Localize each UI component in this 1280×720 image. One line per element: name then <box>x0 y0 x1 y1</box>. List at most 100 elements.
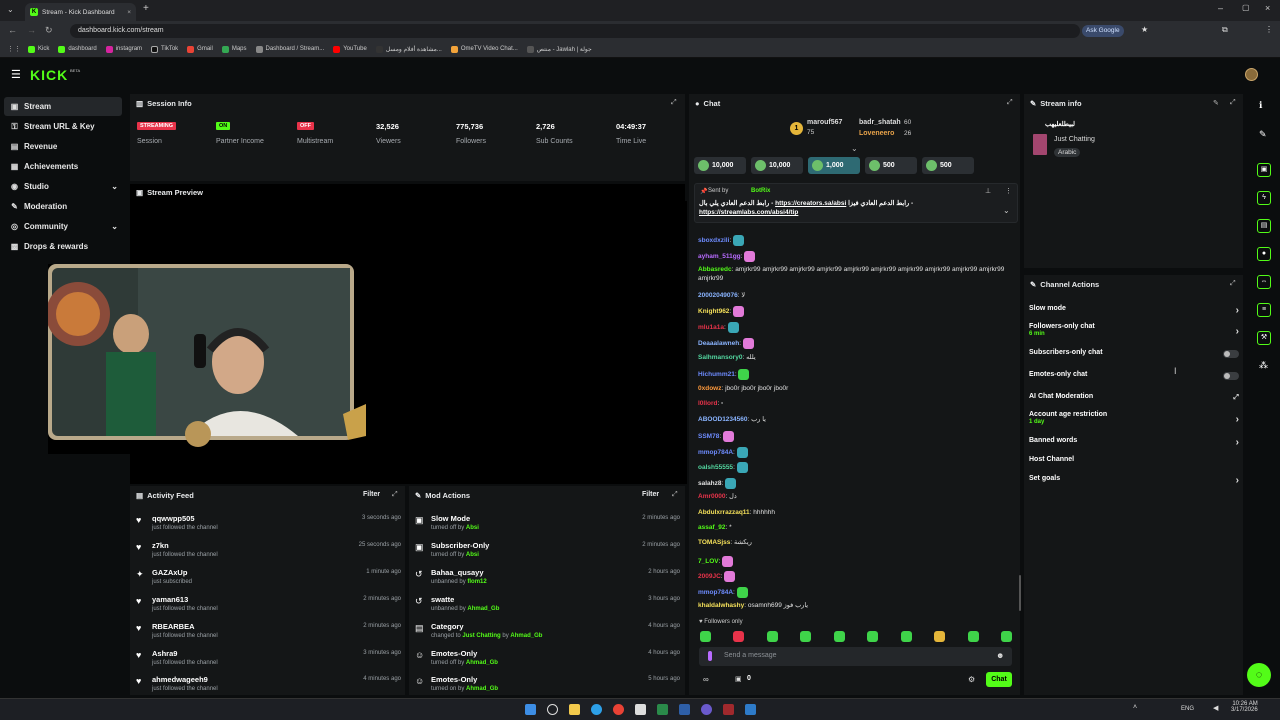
channel-action-set-goals[interactable]: Set goals › <box>1029 475 1241 486</box>
maximize-icon[interactable]: ▢ <box>1242 3 1250 12</box>
feed-name[interactable]: GAZAxUp <box>152 568 187 577</box>
filter-button[interactable]: Filter <box>642 491 659 498</box>
telegram-icon[interactable] <box>745 704 756 715</box>
new-tab-icon[interactable]: + <box>143 3 149 14</box>
info-icon[interactable]: ℹ <box>1259 100 1262 111</box>
bookmark-star-icon[interactable]: ★ <box>1141 25 1148 34</box>
file-explorer-icon[interactable] <box>569 704 580 715</box>
emotes-only-toggle[interactable] <box>1223 372 1239 380</box>
leader-name[interactable]: badr_shatah <box>859 119 901 126</box>
rail-button-3[interactable]: ▤ <box>1257 219 1271 233</box>
emote-icon[interactable] <box>934 631 946 642</box>
sidebar-item-studio[interactable]: ◉ Studio ⌄ <box>4 177 122 196</box>
feed-name[interactable]: ahmedwageeh9 <box>152 675 208 684</box>
windows-start-icon[interactable] <box>525 704 536 715</box>
mod-user[interactable]: flom12 <box>467 579 486 585</box>
emote-icon[interactable] <box>800 631 812 642</box>
chat-username[interactable]: ABOOD1234560 <box>698 416 748 423</box>
hamburger-menu-icon[interactable]: ☰ <box>11 68 21 81</box>
category-name[interactable]: Just Chatting <box>1054 136 1095 143</box>
chat-username[interactable]: l0llord <box>698 400 718 407</box>
send-chat-button[interactable]: Chat <box>986 672 1012 687</box>
leader-name[interactable]: Loveneero <box>859 130 894 137</box>
bookmark-item[interactable]: منتص - Jawlah | جولة <box>526 45 592 53</box>
forward-icon[interactable]: → <box>27 25 36 35</box>
bookmark-item[interactable]: Gmail <box>187 45 213 53</box>
help-chat-button[interactable]: ◌ <box>1247 663 1271 687</box>
chat-username[interactable]: SSM78 <box>698 433 719 440</box>
pinned-link[interactable]: https://creators.sa/absi <box>775 200 846 207</box>
chat-username[interactable]: assaf_92 <box>698 524 725 531</box>
chat-username[interactable]: 7_LOV <box>698 558 719 565</box>
filter-button[interactable]: Filter <box>363 491 380 498</box>
feed-name[interactable]: RBEARBEA <box>152 622 195 631</box>
mod-user[interactable]: Absi <box>466 552 479 558</box>
url-field[interactable]: dashboard.kick.com/stream <box>70 24 1080 38</box>
rail-button-6[interactable]: ≡ <box>1257 303 1271 317</box>
back-icon[interactable]: ← <box>8 25 17 35</box>
expand-icon[interactable]: ⤢ <box>1007 99 1013 107</box>
chrome-icon[interactable] <box>613 704 624 715</box>
chat-settings-icon[interactable]: ⚙ <box>968 675 975 684</box>
edge-icon[interactable] <box>591 704 602 715</box>
emote-icon[interactable] <box>867 631 879 642</box>
language-indicator[interactable]: ENG <box>1181 706 1194 712</box>
chat-username[interactable]: Abbasredc <box>698 266 732 273</box>
leader-name[interactable]: marouf567 <box>807 119 842 126</box>
bookmark-item[interactable]: Dashboard / Stream... <box>255 45 324 53</box>
chat-username[interactable]: mmop784A <box>698 589 733 596</box>
chat-username[interactable]: salahz8 <box>698 480 722 487</box>
chat-username[interactable]: Hichumm21 <box>698 371 735 378</box>
chevron-down-icon[interactable]: ⌄ <box>1003 206 1010 215</box>
obs-icon[interactable] <box>723 704 734 715</box>
gift-box[interactable]: 10,000 <box>694 157 746 174</box>
avatar[interactable] <box>1245 68 1258 81</box>
channel-action-followers-only[interactable]: Followers-only chat 6 min › <box>1029 323 1241 337</box>
video-player[interactable] <box>48 201 687 484</box>
channel-action-ai-moderation[interactable]: AI Chat Moderation ⤢ <box>1029 393 1241 401</box>
channel-action-slow-mode[interactable]: Slow mode › <box>1029 305 1241 316</box>
chat-username[interactable]: 20002049076 <box>698 292 738 299</box>
gift-box[interactable]: 10,000 <box>751 157 803 174</box>
emote-icon[interactable] <box>967 631 979 642</box>
bookmark-item[interactable]: TikTok <box>151 45 178 53</box>
chat-username[interactable]: Amr0000 <box>698 493 725 500</box>
chat-username[interactable]: ayham_511gg <box>698 253 741 260</box>
chat-username[interactable]: Deaaalawneh <box>698 340 739 347</box>
emote-icon[interactable] <box>766 631 778 642</box>
infinity-points-icon[interactable]: ∞ <box>703 675 709 684</box>
expand-icon[interactable]: ⤢ <box>672 491 678 499</box>
chat-username[interactable]: Abdulxrrazzaq11 <box>698 509 750 516</box>
rail-button-7[interactable]: ⚒ <box>1257 331 1271 345</box>
excel-icon[interactable] <box>657 704 668 715</box>
volume-icon[interactable]: ◀ <box>1213 704 1218 712</box>
sidebar-item-community[interactable]: ◎ Community ⌄ <box>4 217 122 236</box>
store-icon[interactable] <box>635 704 646 715</box>
emoji-picker-icon[interactable]: ☻ <box>996 651 1004 660</box>
chat-username[interactable]: oalsh55555 <box>698 464 733 471</box>
chat-username[interactable]: khaldalwhashy <box>698 602 744 609</box>
chat-username[interactable]: TOMASjss <box>698 539 730 546</box>
chat-username[interactable]: 0xdowz <box>698 385 721 392</box>
mod-action-name[interactable]: swatte <box>431 595 454 604</box>
ask-google-button[interactable]: Ask Google <box>1082 25 1124 37</box>
close-window-icon[interactable]: × <box>1265 3 1270 13</box>
mod-user[interactable]: Absi <box>466 525 479 531</box>
close-tab-icon[interactable]: × <box>127 9 131 16</box>
bookmark-item[interactable]: dashboard <box>58 45 97 53</box>
chat-username[interactable]: 2009JC <box>698 573 721 580</box>
sidebar-item-moderation[interactable]: ✎ Moderation <box>4 197 122 216</box>
sidebar-item-revenue[interactable]: ▤ Revenue <box>4 137 122 156</box>
feed-name[interactable]: z7kn <box>152 541 169 550</box>
chat-input[interactable]: Send a message ☻ <box>699 647 1012 666</box>
unpin-icon[interactable]: ⊥ <box>985 187 991 195</box>
gift-box[interactable]: 500 <box>865 157 917 174</box>
chat-username[interactable]: Knight962 <box>698 308 729 315</box>
discord-icon[interactable] <box>701 704 712 715</box>
pinned-link[interactable]: https://streamlabs.com/absi4/tip <box>699 209 798 216</box>
channel-action-account-age[interactable]: Account age restriction 1 day › <box>1029 411 1241 425</box>
bookmark-item[interactable]: Maps <box>221 45 247 53</box>
bookmark-item[interactable]: instagram <box>105 45 142 53</box>
bookmark-item[interactable]: OmeTV Video Chat... <box>450 45 518 53</box>
kick-logo[interactable]: KICK <box>30 67 68 83</box>
